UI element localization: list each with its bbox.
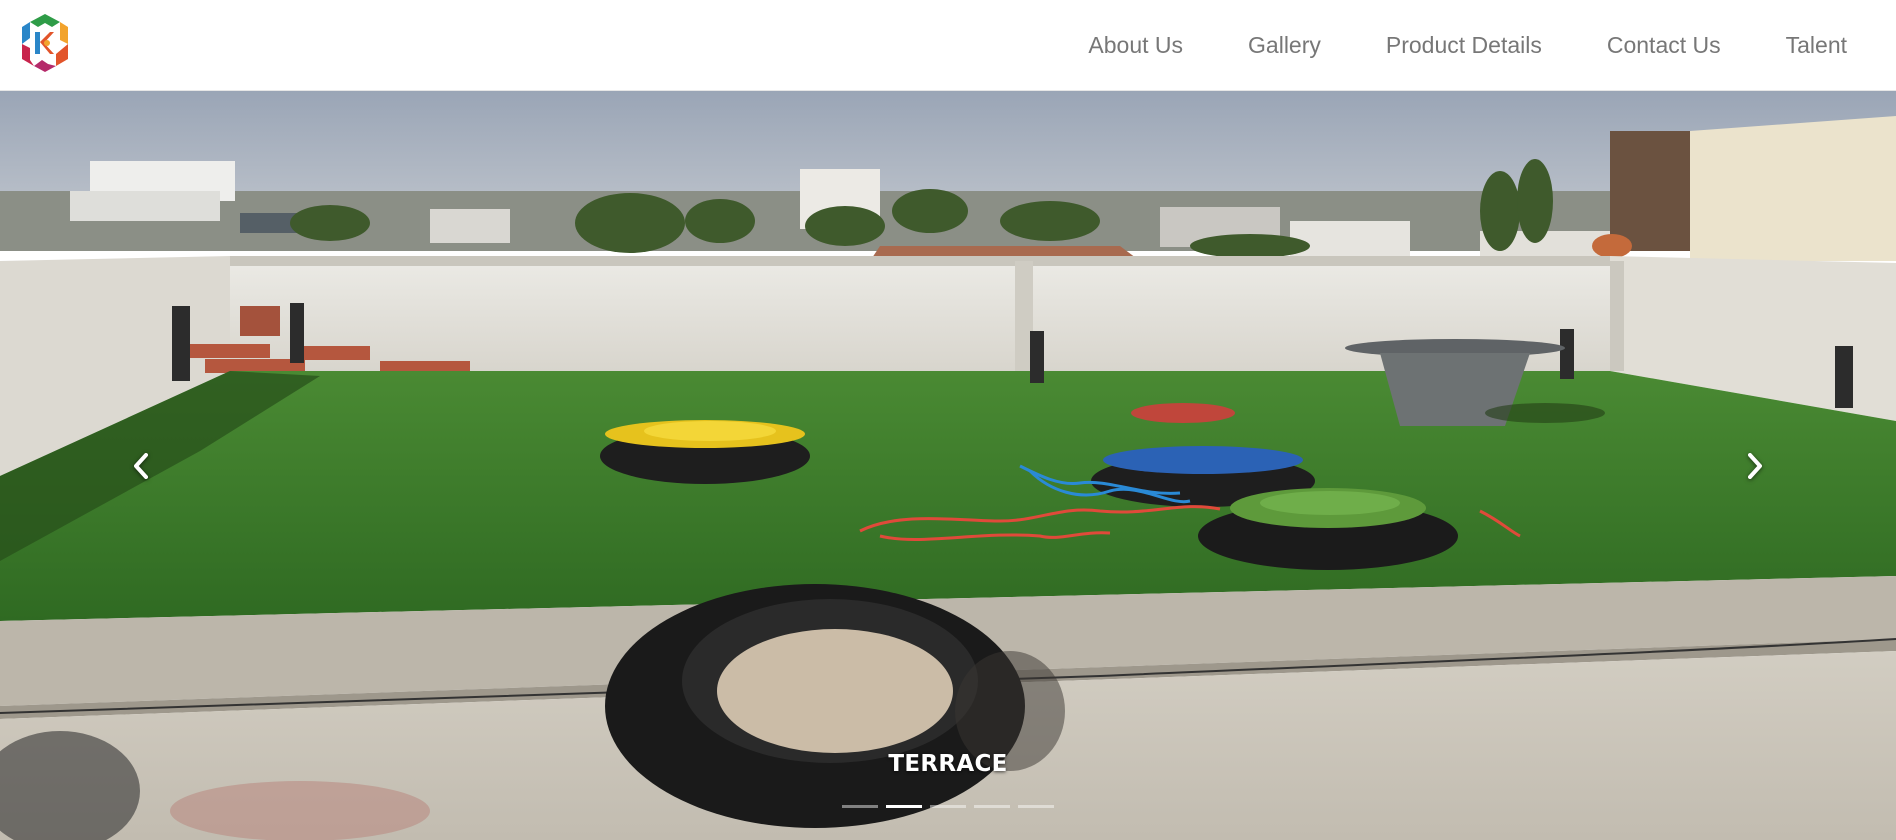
carousel-indicators (0, 805, 1896, 808)
slide-image-terrace (0, 91, 1896, 840)
brand-logo (22, 14, 68, 72)
slide-caption: TERRACE (888, 751, 1008, 777)
nav-menu: About Us Gallery Product Details Contact… (1088, 0, 1847, 91)
carousel-prev-button[interactable] (42, 91, 242, 840)
carousel-indicator[interactable] (974, 805, 1010, 808)
chevron-right-icon (1748, 452, 1762, 479)
carousel-next-button[interactable] (1654, 91, 1854, 840)
hero-carousel: TERRACE (0, 91, 1896, 840)
carousel-indicator[interactable] (1018, 805, 1054, 808)
nav-gallery[interactable]: Gallery (1248, 32, 1321, 59)
nav-contact-us[interactable]: Contact Us (1607, 32, 1721, 59)
carousel-indicator-active[interactable] (886, 805, 922, 808)
nav-about-us[interactable]: About Us (1088, 32, 1183, 59)
nav-talent[interactable]: Talent (1786, 32, 1847, 59)
chevron-left-icon (134, 452, 148, 479)
navbar: About Us Gallery Product Details Contact… (0, 0, 1896, 91)
carousel-indicator[interactable] (930, 805, 966, 808)
nav-product-details[interactable]: Product Details (1386, 32, 1542, 59)
carousel-indicator[interactable] (842, 805, 878, 808)
